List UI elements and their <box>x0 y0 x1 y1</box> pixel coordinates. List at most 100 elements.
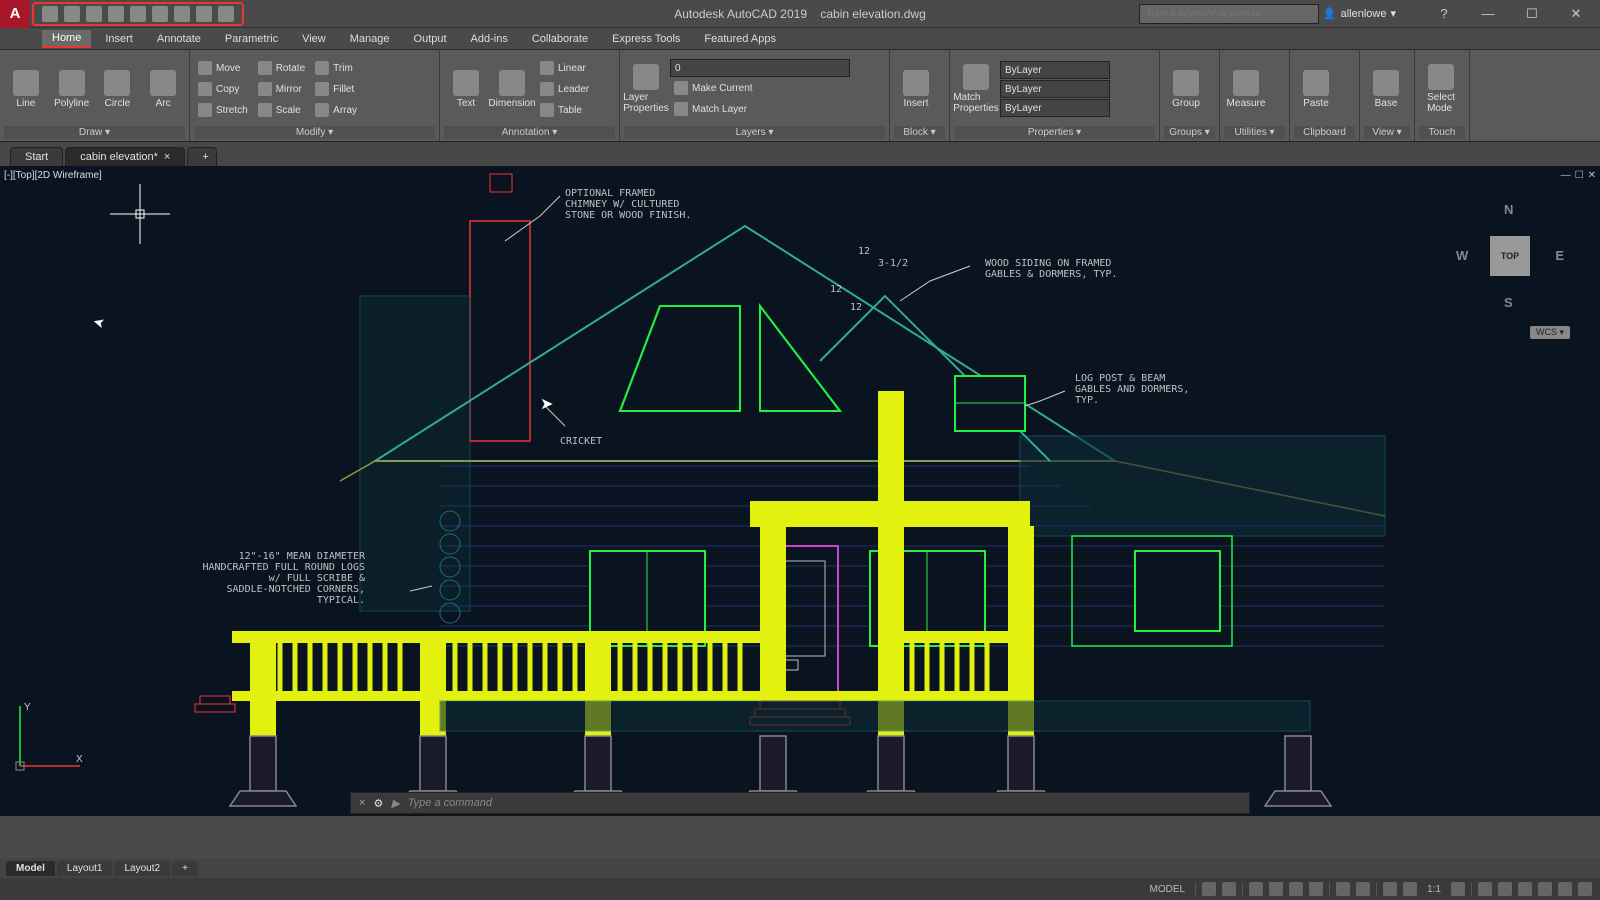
tab-addins[interactable]: Add-ins <box>461 31 518 47</box>
status-scale[interactable]: 1:1 <box>1423 884 1445 895</box>
measure-button[interactable]: Measure <box>1224 58 1268 120</box>
mirror-button[interactable]: Mirror <box>254 79 309 99</box>
viewcube-s[interactable]: S <box>1504 295 1513 310</box>
wcs-dropdown[interactable]: WCS ▾ <box>1530 326 1570 339</box>
status-workspace-icon[interactable] <box>1478 882 1492 896</box>
status-gear-icon[interactable] <box>1451 882 1465 896</box>
layer-properties-button[interactable]: Layer Properties <box>624 58 668 120</box>
file-tab-doc[interactable]: cabin elevation*× <box>65 147 185 166</box>
user-menu[interactable]: 👤 allenlowe ▾ <box>1323 7 1396 20</box>
cmdline-close-icon[interactable]: × <box>359 797 365 809</box>
viewcube-e[interactable]: E <box>1555 248 1564 263</box>
tab-annotate[interactable]: Annotate <box>147 31 211 47</box>
viewcube-n[interactable]: N <box>1504 202 1513 217</box>
help-search-input[interactable] <box>1139 4 1319 24</box>
viewcube-w[interactable]: W <box>1456 248 1468 263</box>
move-button[interactable]: Move <box>194 58 252 78</box>
panel-title-modify[interactable]: Modify ▾ <box>194 126 435 139</box>
color-dropdown[interactable]: ByLayer <box>1000 61 1110 79</box>
dimension-button[interactable]: Dimension <box>490 58 534 120</box>
lineweight-dropdown[interactable]: ByLayer <box>1000 80 1110 98</box>
group-button[interactable]: Group <box>1164 58 1208 120</box>
qat-saveas-icon[interactable] <box>108 6 124 22</box>
tab-manage[interactable]: Manage <box>340 31 400 47</box>
layout-tab-1[interactable]: Layout1 <box>57 861 113 876</box>
linear-button[interactable]: Linear <box>536 58 593 78</box>
leader-button[interactable]: Leader <box>536 79 593 99</box>
base-button[interactable]: Base <box>1364 58 1408 120</box>
status-isolate-icon[interactable] <box>1518 882 1532 896</box>
rotate-button[interactable]: Rotate <box>254 58 309 78</box>
status-model[interactable]: MODEL <box>1146 884 1190 895</box>
cmdline-customize-icon[interactable]: ⚙ <box>373 797 383 810</box>
tab-express[interactable]: Express Tools <box>602 31 690 47</box>
text-button[interactable]: Text <box>444 58 488 120</box>
file-tab-start[interactable]: Start <box>10 147 63 166</box>
paste-button[interactable]: Paste <box>1294 58 1338 120</box>
status-polar-icon[interactable] <box>1269 882 1283 896</box>
qat-save-icon[interactable] <box>86 6 102 22</box>
panel-title-block[interactable]: Block ▾ <box>894 126 945 139</box>
circle-button[interactable]: Circle <box>96 58 140 120</box>
panel-title-clipboard[interactable]: Clipboard <box>1294 126 1355 139</box>
status-monitor-icon[interactable] <box>1498 882 1512 896</box>
qat-undo-icon[interactable] <box>196 6 212 22</box>
tab-insert[interactable]: Insert <box>95 31 143 47</box>
trim-button[interactable]: Trim <box>311 58 361 78</box>
qat-plot-icon[interactable] <box>152 6 168 22</box>
status-clean-icon[interactable] <box>1558 882 1572 896</box>
insert-block-button[interactable]: Insert <box>894 58 938 120</box>
status-hardware-icon[interactable] <box>1538 882 1552 896</box>
close-tab-icon[interactable]: × <box>164 151 170 163</box>
fillet-button[interactable]: Fillet <box>311 79 361 99</box>
tab-output[interactable]: Output <box>404 31 457 47</box>
viewcube-top[interactable]: TOP <box>1490 236 1530 276</box>
qat-print-icon[interactable] <box>174 6 190 22</box>
array-button[interactable]: Array <box>311 100 361 120</box>
panel-title-utilities[interactable]: Utilities ▾ <box>1224 126 1285 139</box>
layout-tab-add[interactable]: + <box>172 861 198 876</box>
panel-title-layers[interactable]: Layers ▾ <box>624 126 885 139</box>
status-otrack-icon[interactable] <box>1309 882 1323 896</box>
status-annoscale-icon[interactable] <box>1403 882 1417 896</box>
select-mode-button[interactable]: Select Mode <box>1419 58 1463 120</box>
status-customize-icon[interactable] <box>1578 882 1592 896</box>
command-line[interactable]: × ⚙ ▶ Type a command <box>350 792 1250 814</box>
panel-title-properties[interactable]: Properties ▾ <box>954 126 1155 139</box>
qat-new-icon[interactable] <box>42 6 58 22</box>
qat-open-icon[interactable] <box>64 6 80 22</box>
status-transparency-icon[interactable] <box>1356 882 1370 896</box>
close-button[interactable]: ✕ <box>1556 0 1596 28</box>
panel-title-annotation[interactable]: Annotation ▾ <box>444 126 615 139</box>
line-button[interactable]: Line <box>4 58 48 120</box>
app-logo[interactable]: A <box>0 0 30 28</box>
tab-collaborate[interactable]: Collaborate <box>522 31 598 47</box>
arc-button[interactable]: Arc <box>141 58 185 120</box>
help-icon[interactable]: ? <box>1424 0 1464 28</box>
status-lwt-icon[interactable] <box>1336 882 1350 896</box>
panel-title-view[interactable]: View ▾ <box>1364 126 1410 139</box>
tab-featured[interactable]: Featured Apps <box>694 31 786 47</box>
match-properties-button[interactable]: Match Properties <box>954 58 998 120</box>
maximize-button[interactable]: ☐ <box>1512 0 1552 28</box>
copy-button[interactable]: Copy <box>194 79 252 99</box>
layout-tab-model[interactable]: Model <box>6 861 55 876</box>
panel-title-touch[interactable]: Touch <box>1419 126 1465 139</box>
tab-home[interactable]: Home <box>42 30 91 48</box>
command-input[interactable]: Type a command <box>408 797 492 809</box>
table-button[interactable]: Table <box>536 100 593 120</box>
qat-redo-icon[interactable] <box>218 6 234 22</box>
tab-parametric[interactable]: Parametric <box>215 31 288 47</box>
polyline-button[interactable]: Polyline <box>50 58 94 120</box>
qat-cloud-icon[interactable] <box>130 6 146 22</box>
file-tab-new[interactable]: + <box>187 147 217 166</box>
viewcube[interactable]: TOP N S E W <box>1450 196 1570 316</box>
status-osnap-icon[interactable] <box>1289 882 1303 896</box>
scale-button[interactable]: Scale <box>254 100 309 120</box>
status-cycling-icon[interactable] <box>1383 882 1397 896</box>
tab-view[interactable]: View <box>292 31 336 47</box>
drawing-canvas[interactable]: [-][Top][2D Wireframe] — ☐ ✕ ➤ <box>0 166 1600 816</box>
make-current-button[interactable]: Make Current <box>670 78 885 98</box>
layer-dropdown[interactable]: 0 <box>670 59 850 77</box>
linetype-dropdown[interactable]: ByLayer <box>1000 99 1110 117</box>
